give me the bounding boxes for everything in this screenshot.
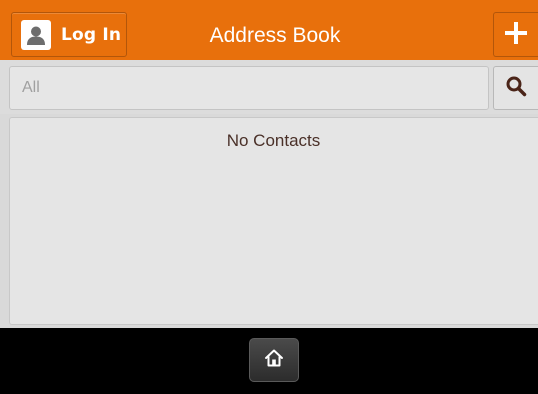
page-title: Address Book [209, 24, 341, 47]
search-icon [505, 75, 527, 101]
header-bar: Log In Address Book [0, 0, 538, 60]
home-button[interactable] [249, 338, 299, 382]
login-label: Log In [61, 24, 122, 45]
search-input[interactable] [9, 66, 489, 110]
home-icon [264, 348, 284, 372]
login-button[interactable]: Log In [11, 12, 127, 57]
address-book-screen: Log In Address Book No Contacts [0, 0, 538, 394]
empty-contacts-message: No Contacts [226, 131, 321, 150]
search-button[interactable] [493, 66, 538, 110]
user-icon [21, 19, 51, 50]
plus-icon [504, 21, 528, 49]
add-contact-button[interactable] [493, 12, 538, 57]
